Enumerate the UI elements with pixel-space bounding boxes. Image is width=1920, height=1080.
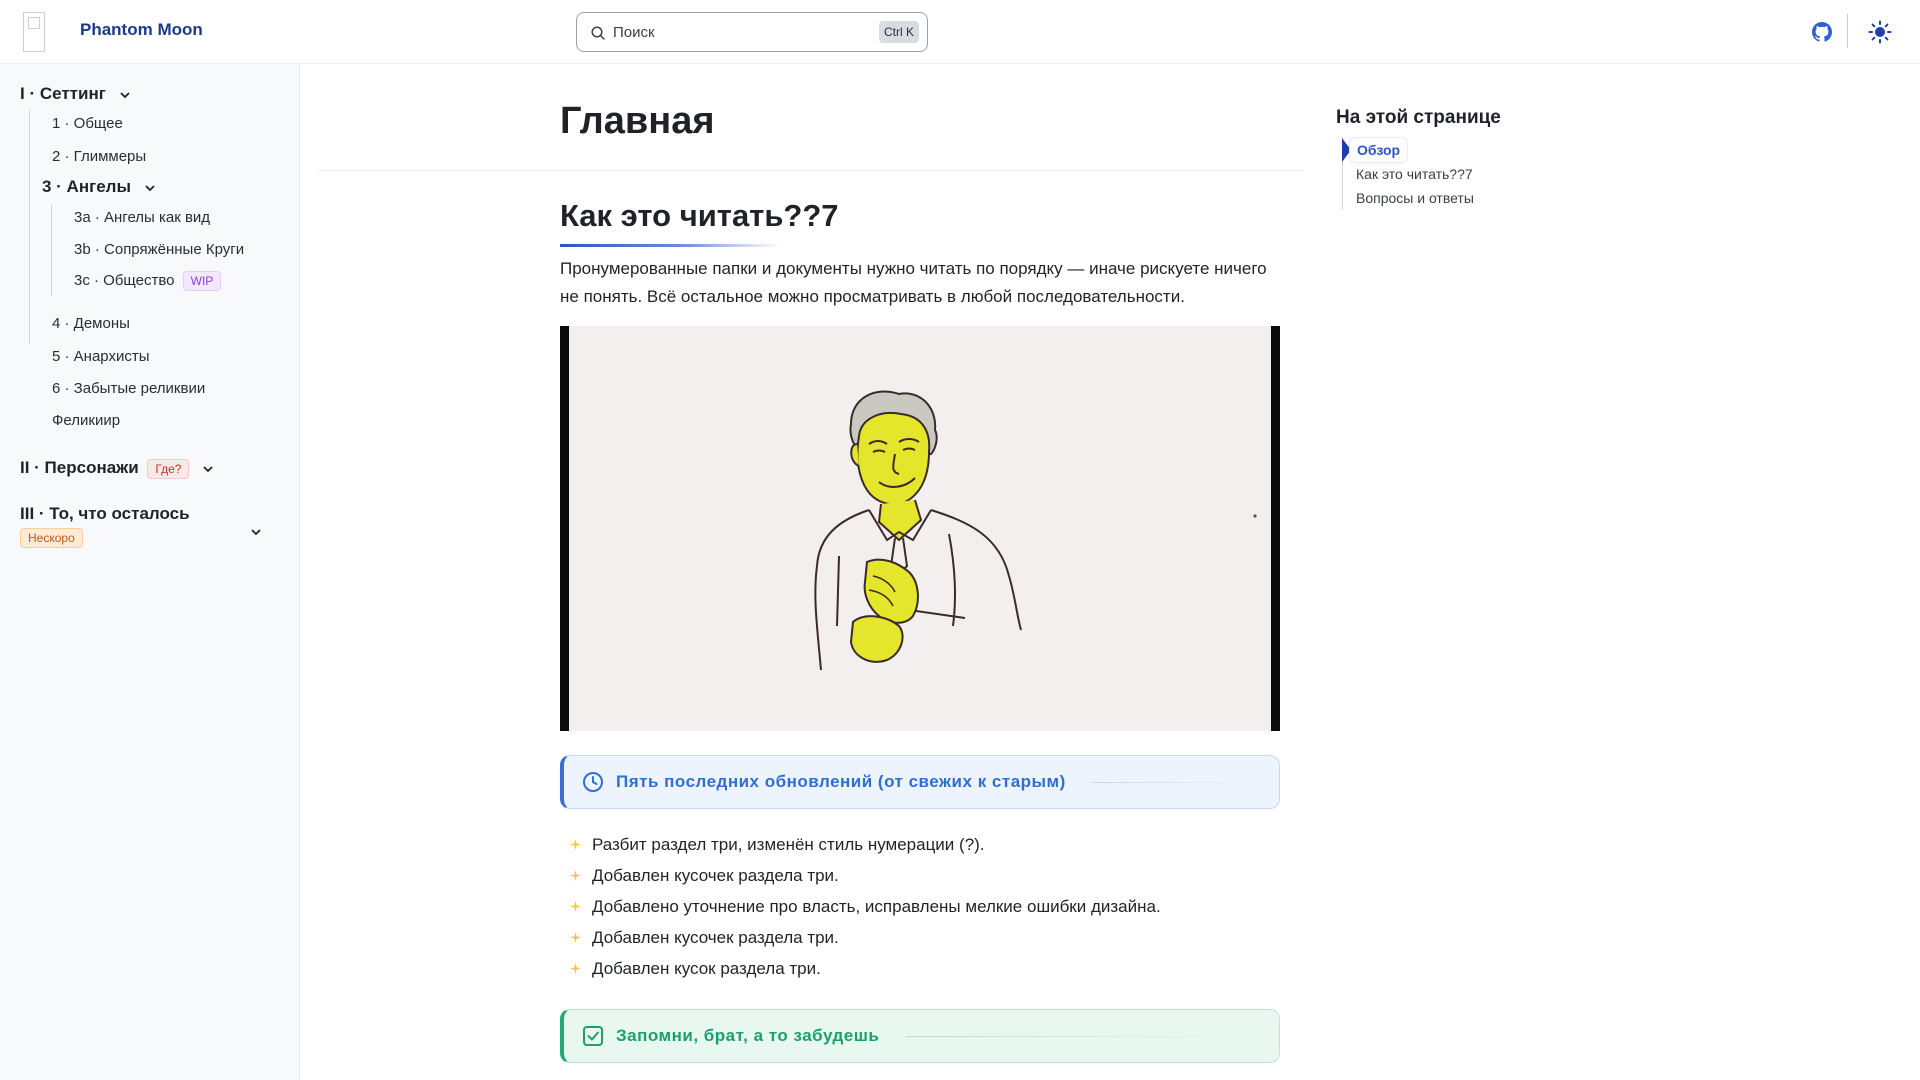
- checkbox-checked-icon: [583, 1026, 603, 1046]
- callout-rule: [1092, 782, 1262, 783]
- sparkle-icon: [570, 963, 581, 974]
- illustration-image: [560, 326, 1280, 731]
- updates-list: Разбит раздел три, изменён стиль нумерац…: [570, 833, 1290, 988]
- sidebar-item-demons[interactable]: 4 · Демоны: [52, 315, 130, 332]
- sparkle-icon: [570, 901, 581, 912]
- man-illustration: [814, 390, 1257, 671]
- top-header: Phantom Moon Ctrl K: [0, 0, 1920, 64]
- nav-tree-line: [29, 110, 30, 344]
- sidebar-item-glimmers[interactable]: 2 · Глиммеры: [52, 148, 146, 165]
- chevron-down-icon[interactable]: [202, 463, 214, 475]
- soon-badge: Нескоро: [20, 528, 83, 548]
- wip-badge: WIP: [182, 271, 222, 291]
- sidebar-item-angels-species[interactable]: 3a · Ангелы как вид: [74, 209, 210, 226]
- search-shortcut-badge: Ctrl K: [879, 21, 919, 43]
- page-title: Главная: [560, 100, 715, 142]
- clock-icon: [583, 772, 603, 792]
- nav-section-label: I · Сеттинг: [20, 84, 106, 103]
- updates-callout[interactable]: Пять последних обновлений (от свежих к с…: [560, 755, 1280, 809]
- toc-item-faq[interactable]: Вопросы и ответы: [1356, 190, 1474, 206]
- chevron-down-icon[interactable]: [250, 526, 262, 538]
- updates-callout-title: Пять последних обновлений (от свежих к с…: [616, 772, 1066, 791]
- sidebar-nav: I · Сеттинг 1 · Общее 2 · Глиммеры 3 · А…: [0, 64, 300, 1080]
- sidebar-item-anarchists[interactable]: 5 · Анархисты: [52, 348, 150, 365]
- update-text: Добавлен кусочек раздела три.: [592, 866, 839, 885]
- callout-rule: [906, 1036, 1236, 1037]
- toc-item-overview[interactable]: Обзор: [1350, 138, 1408, 162]
- list-item: Добавлен кусочек раздела три.: [570, 926, 1290, 957]
- update-text: Добавлен кусочек раздела три.: [592, 928, 839, 947]
- nav-section-label: II · Персонажи: [20, 458, 139, 477]
- list-item: Добавлен кусочек раздела три.: [570, 864, 1290, 895]
- nav-section-what-remains[interactable]: III · То, что осталось Нескоро: [20, 504, 262, 548]
- sidebar-item-society[interactable]: 3c · Общество WIP: [74, 271, 222, 291]
- update-text: Добавлено уточнение про власть, исправле…: [592, 897, 1161, 916]
- sun-icon[interactable]: [1868, 20, 1892, 44]
- update-text: Добавлен кусок раздела три.: [592, 959, 821, 978]
- search-input[interactable]: [611, 21, 861, 43]
- title-divider: [318, 170, 1304, 171]
- sidebar-item-conjugate-circles[interactable]: 3b · Сопряжённые Круги: [74, 241, 244, 258]
- chevron-down-icon[interactable]: [119, 89, 131, 101]
- chevron-down-icon[interactable]: [144, 182, 156, 194]
- list-item: Добавлен кусок раздела три.: [570, 957, 1290, 988]
- update-text: Разбит раздел три, изменён стиль нумерац…: [592, 835, 985, 854]
- header-divider: [1847, 14, 1848, 48]
- sparkle-icon: [570, 839, 581, 850]
- sidebar-item-forgotten-relics[interactable]: 6 · Забытые реликвии: [52, 380, 205, 397]
- search-box[interactable]: Ctrl K: [576, 12, 928, 52]
- list-item: Добавлено уточнение про власть, исправле…: [570, 895, 1290, 926]
- sparkle-icon: [570, 870, 581, 881]
- nav-section-setting[interactable]: I · Сеттинг: [20, 84, 131, 104]
- broken-logo-image[interactable]: [23, 12, 45, 52]
- nav-section-characters[interactable]: II · Персонажи Где?: [20, 458, 214, 479]
- toc-item-how-to-read[interactable]: Как это читать??7: [1356, 166, 1473, 182]
- search-icon: [591, 26, 605, 40]
- list-item: Разбит раздел три, изменён стиль нумерац…: [570, 833, 1290, 864]
- heading-underline: [560, 244, 780, 247]
- site-brand[interactable]: Phantom Moon: [80, 20, 203, 40]
- where-badge: Где?: [147, 458, 190, 479]
- nav-subsection-label: 3 · Ангелы: [42, 177, 131, 196]
- nav-subsection-angels[interactable]: 3 · Ангелы: [42, 177, 156, 197]
- nav-section-label: III · То, что осталось: [20, 504, 190, 523]
- remember-callout-title: Запомни, брат, а то забудешь: [616, 1026, 880, 1045]
- toc-title: На этой странице: [1336, 107, 1501, 128]
- intro-paragraph: Пронумерованные папки и документы нужно …: [560, 259, 1267, 306]
- sidebar-item-felikiir[interactable]: Феликиир: [52, 412, 120, 429]
- nav-subtree-line: [51, 204, 52, 296]
- sparkle-icon: [570, 932, 581, 943]
- sidebar-item-general[interactable]: 1 · Общее: [52, 115, 123, 132]
- remember-callout[interactable]: Запомни, брат, а то забудешь: [560, 1009, 1280, 1063]
- github-icon[interactable]: [1812, 22, 1832, 42]
- section-heading: Как это читать??7: [560, 198, 839, 233]
- sidebar-item-label: 3c · Общество: [74, 271, 175, 289]
